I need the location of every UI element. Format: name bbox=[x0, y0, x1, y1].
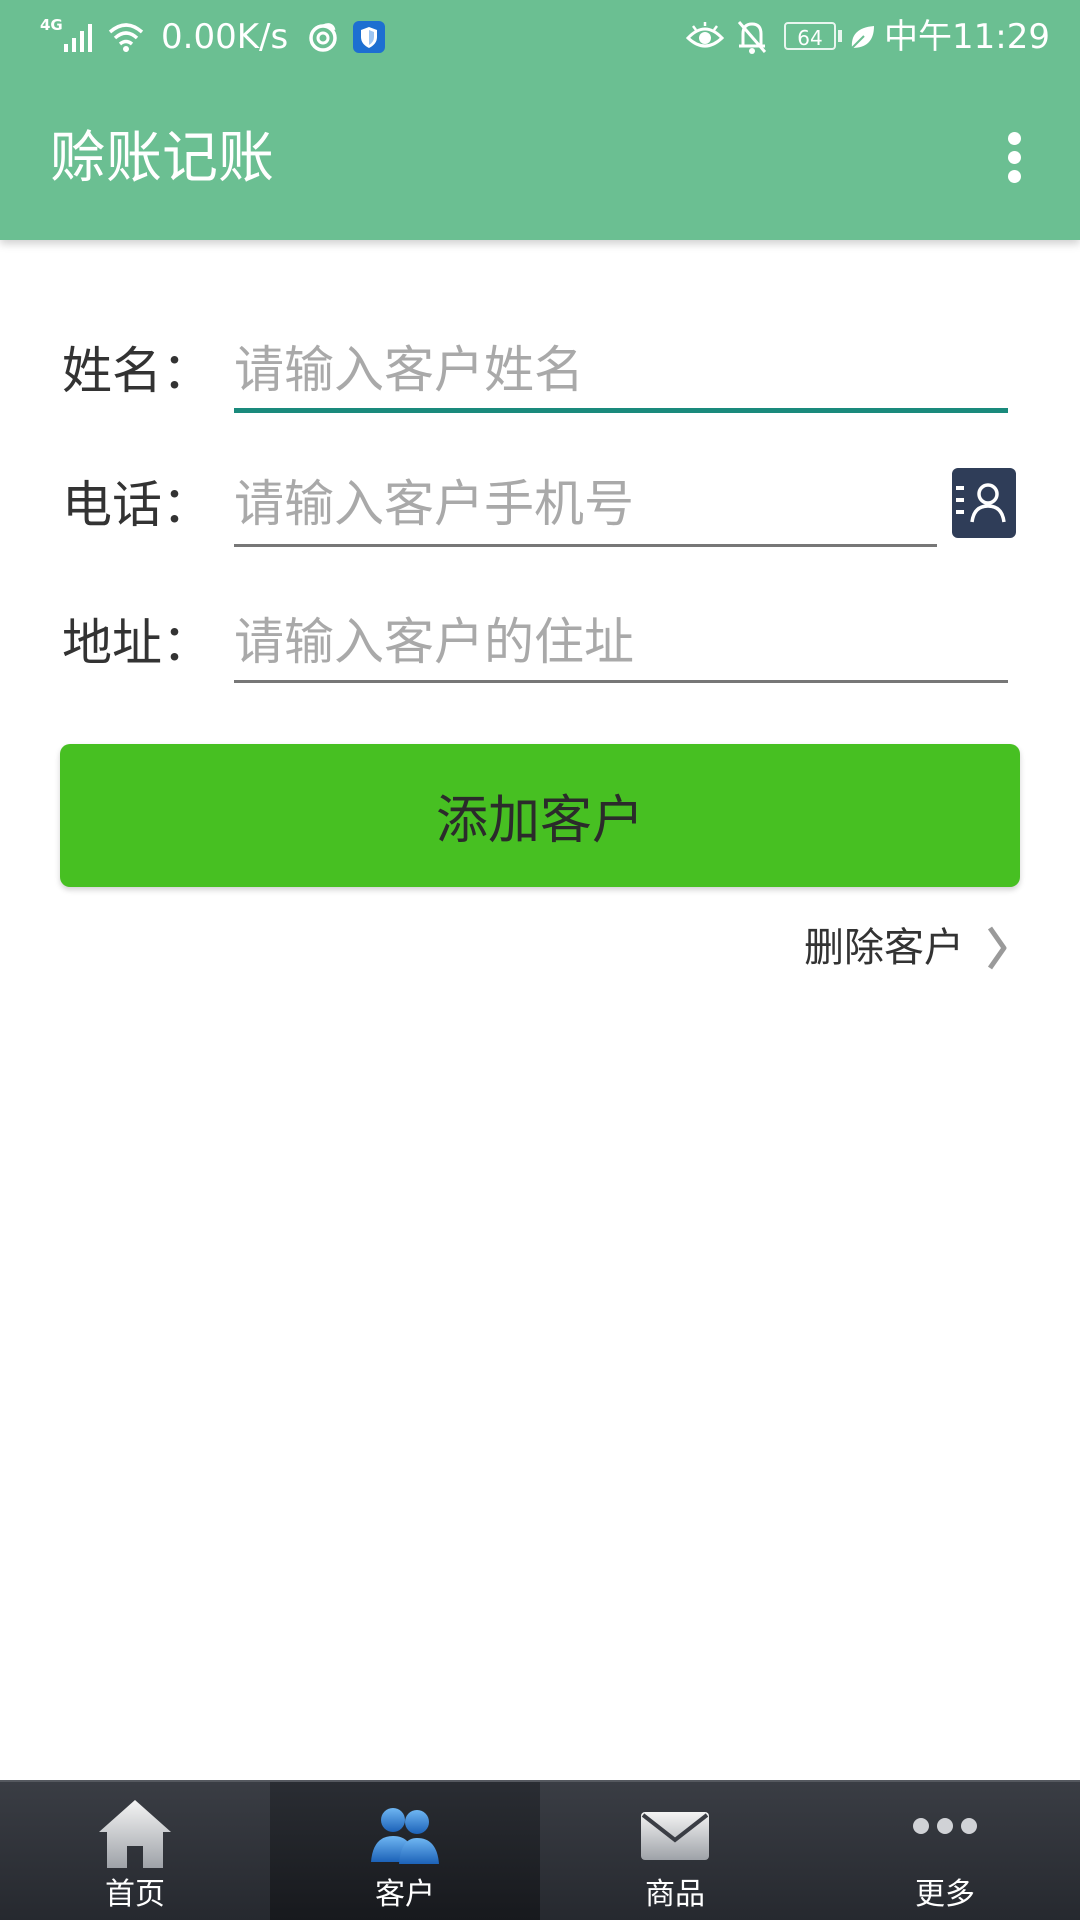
tab-home-label: 首页 bbox=[105, 1877, 165, 1912]
power-saving-leaf-icon bbox=[851, 26, 874, 49]
top-app-bar: 4G 0.00K/s 64 中午11:29 赊账记账 bbox=[0, 0, 1080, 240]
tab-more[interactable]: 更多 bbox=[810, 1782, 1080, 1920]
mail-icon bbox=[641, 1812, 709, 1860]
more-dots-icon bbox=[913, 1818, 977, 1834]
name-underline bbox=[234, 408, 1008, 413]
address-underline bbox=[234, 680, 1008, 683]
address-row: 地址： bbox=[0, 606, 1080, 706]
signal-icon bbox=[64, 24, 92, 52]
customers-icon bbox=[371, 1808, 439, 1864]
network-type: 4G bbox=[40, 16, 63, 34]
tab-more-label: 更多 bbox=[915, 1877, 975, 1912]
chevron-right-icon bbox=[987, 926, 1007, 970]
name-row: 姓名： bbox=[0, 334, 1080, 434]
status-bar: 4G 0.00K/s 64 中午11:29 bbox=[0, 0, 1080, 74]
address-label: 地址： bbox=[62, 614, 212, 672]
address-input[interactable] bbox=[234, 608, 1004, 676]
battery-icon: 64 bbox=[784, 22, 836, 50]
shield-app-icon bbox=[353, 21, 385, 53]
more-vertical-icon[interactable] bbox=[994, 124, 1034, 190]
home-icon bbox=[99, 1800, 171, 1868]
phone-row: 电话： bbox=[0, 470, 1080, 570]
tab-home[interactable]: 首页 bbox=[0, 1782, 270, 1920]
tab-customers[interactable]: 客户 bbox=[270, 1782, 540, 1920]
notifications-off-icon bbox=[737, 21, 767, 54]
phone-underline bbox=[234, 544, 937, 547]
name-input[interactable] bbox=[234, 336, 1004, 404]
app-title: 赊账记账 bbox=[50, 126, 274, 191]
status-time: 中午11:29 bbox=[884, 17, 1050, 57]
battery-tip bbox=[838, 30, 842, 42]
add-customer-button[interactable]: 添加客户 bbox=[60, 744, 1020, 887]
swirl-app-icon bbox=[309, 23, 337, 52]
tab-products-label: 商品 bbox=[645, 1877, 705, 1912]
wifi-icon bbox=[108, 23, 144, 52]
eye-comfort-icon bbox=[685, 22, 725, 48]
name-label: 姓名： bbox=[62, 342, 212, 400]
tab-products[interactable]: 商品 bbox=[540, 1782, 810, 1920]
bottom-navigation: 首页 客户 商品 更多 bbox=[0, 1780, 1080, 1920]
delete-customer-label: 删除客户 bbox=[804, 925, 964, 971]
phone-label: 电话： bbox=[62, 476, 212, 534]
contact-book-icon[interactable] bbox=[952, 468, 1016, 538]
tab-customers-label: 客户 bbox=[375, 1877, 435, 1912]
net-speed: 0.00K/s bbox=[161, 17, 289, 57]
phone-input[interactable] bbox=[234, 470, 934, 538]
